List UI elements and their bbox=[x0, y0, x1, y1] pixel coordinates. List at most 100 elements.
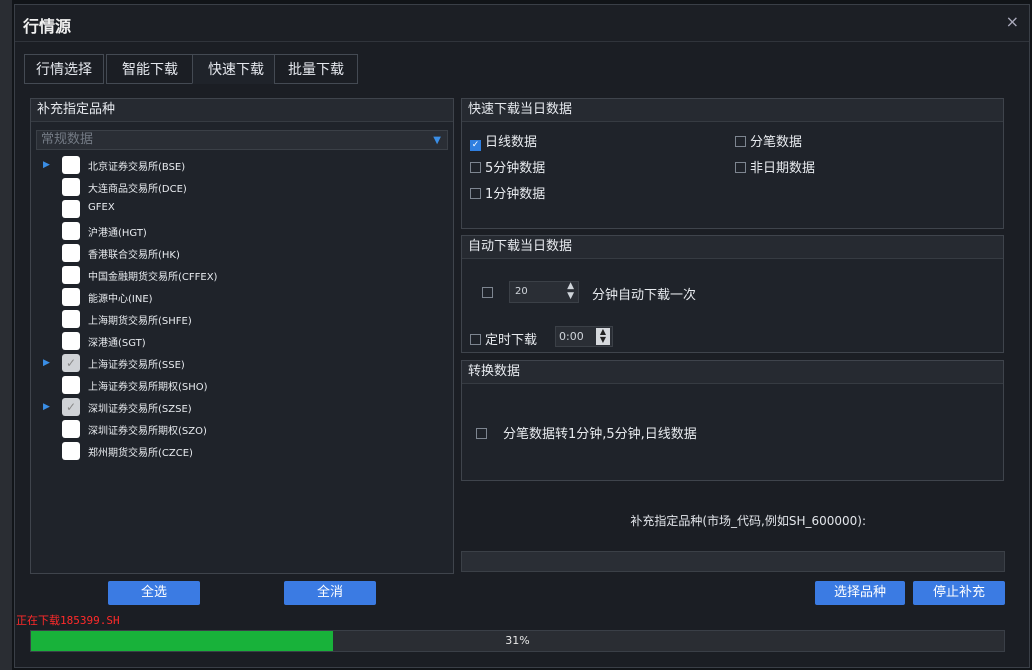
download-status-text: 正在下载185399.SH bbox=[16, 614, 120, 627]
checkbox[interactable] bbox=[62, 442, 80, 460]
supplement-code-input[interactable] bbox=[461, 551, 1005, 572]
checkbox-box bbox=[470, 188, 481, 199]
interval-label: 分钟自动下载一次 bbox=[592, 288, 697, 303]
5min-data-checkbox[interactable]: 5分钟数据 bbox=[470, 157, 545, 176]
checkbox-box bbox=[482, 287, 493, 298]
spin-arrows-icon: ▲ ▼ bbox=[567, 281, 574, 301]
checkbox[interactable] bbox=[62, 222, 80, 240]
expand-arrow-icon[interactable]: ▶ bbox=[43, 358, 50, 368]
5min-data-label: 5分钟数据 bbox=[485, 161, 546, 176]
convert-option-label: 分笔数据转1分钟,5分钟,日线数据 bbox=[503, 427, 697, 442]
spin-arrows-icon: ▲ ▼ bbox=[596, 328, 610, 345]
title-bar: 行情源 × bbox=[15, 5, 1029, 42]
exchange-label: 上海证券交易所期权(SHO) bbox=[88, 382, 208, 393]
checkbox[interactable] bbox=[62, 266, 80, 284]
quick-panel-title: 快速下载当日数据 bbox=[462, 99, 1003, 122]
expand-arrow-icon[interactable]: ▶ bbox=[43, 160, 50, 170]
exchange-tree-item[interactable]: 大连商品交易所(DCE) bbox=[36, 177, 446, 199]
supplement-variety-panel: 补充指定品种 常规数据 ▼ ▶ 北京证券交易所(BSE) 大连商品交易所(DCE) G… bbox=[30, 98, 454, 574]
checkbox[interactable] bbox=[62, 178, 80, 196]
checked-checkbox[interactable]: ✓ bbox=[62, 354, 80, 372]
exchange-tree-item[interactable]: 中国金融期货交易所(CFFEX) bbox=[36, 265, 446, 287]
exchange-tree-item[interactable]: 香港联合交易所(HK) bbox=[36, 243, 446, 265]
tick-data-checkbox[interactable]: 分笔数据 bbox=[735, 131, 802, 150]
interval-spinbox[interactable]: 20 ▲ ▼ bbox=[509, 281, 579, 303]
exchange-label: 大连商品交易所(DCE) bbox=[88, 184, 187, 195]
nondate-data-checkbox[interactable]: 非日期数据 bbox=[735, 157, 815, 176]
checkbox[interactable] bbox=[62, 288, 80, 306]
exchange-tree-item[interactable]: 深圳证券交易所期权(SZO) bbox=[36, 419, 446, 441]
tick-data-label: 分笔数据 bbox=[750, 135, 803, 150]
daily-data-checkbox[interactable]: ✓ 日线数据 bbox=[470, 131, 537, 151]
exchange-label: 上海期货交易所(SHFE) bbox=[88, 316, 192, 327]
exchange-label: 深圳证券交易所期权(SZO) bbox=[88, 426, 207, 437]
checkbox[interactable] bbox=[62, 376, 80, 394]
tab-market-select[interactable]: 行情选择 bbox=[24, 54, 104, 84]
checkbox[interactable] bbox=[62, 244, 80, 262]
exchange-tree-item[interactable]: GFEX bbox=[36, 199, 446, 221]
auto-download-checkbox[interactable] bbox=[482, 286, 497, 301]
checkbox-box bbox=[476, 428, 487, 439]
exchange-tree-item[interactable]: 能源中心(INE) bbox=[36, 287, 446, 309]
exchange-label: 上海证券交易所(SSE) bbox=[88, 360, 185, 371]
convert-panel-title: 转换数据 bbox=[462, 361, 1003, 384]
interval-value: 20 bbox=[515, 286, 528, 297]
checkbox-box bbox=[735, 162, 746, 173]
convert-data-panel: 转换数据 分笔数据转1分钟,5分钟,日线数据 bbox=[461, 360, 1004, 481]
tab-quick-download[interactable]: 快速下载 bbox=[192, 54, 280, 84]
timer-download-checkbox[interactable]: 定时下载 bbox=[470, 329, 537, 348]
expand-arrow-icon[interactable]: ▶ bbox=[43, 402, 50, 412]
exchange-label: 深港通(SGT) bbox=[88, 338, 146, 349]
checkbox[interactable] bbox=[62, 420, 80, 438]
timer-value: 0:00 bbox=[559, 330, 584, 343]
exchange-tree-item[interactable]: ▶ ✓ 上海证券交易所(SSE) bbox=[36, 353, 446, 375]
tab-smart-download[interactable]: 智能下载 bbox=[106, 54, 194, 84]
daily-data-label: 日线数据 bbox=[485, 135, 538, 150]
checkbox-box bbox=[470, 162, 481, 173]
exchange-label: 深圳证券交易所(SZSE) bbox=[88, 404, 192, 415]
checkmark-icon: ✓ bbox=[470, 140, 481, 151]
checked-checkbox[interactable]: ✓ bbox=[62, 398, 80, 416]
exchange-tree-item[interactable]: 上海期货交易所(SHFE) bbox=[36, 309, 446, 331]
1min-data-checkbox[interactable]: 1分钟数据 bbox=[470, 183, 545, 202]
exchange-label: 沪港通(HGT) bbox=[88, 228, 147, 239]
select-all-button[interactable]: 全选 bbox=[108, 581, 200, 605]
supplement-code-hint: 补充指定品种(市场_代码,例如SH_600000): bbox=[630, 514, 866, 528]
chevron-down-icon: ▼ bbox=[433, 135, 441, 146]
stop-supplement-button[interactable]: 停止补充 bbox=[913, 581, 1005, 605]
exchange-label: 郑州期货交易所(CZCE) bbox=[88, 448, 193, 459]
background-window-edge bbox=[0, 0, 12, 670]
exchange-label: 北京证券交易所(BSE) bbox=[88, 162, 186, 173]
exchange-tree-item[interactable]: 上海证券交易所期权(SHO) bbox=[36, 375, 446, 397]
data-type-dropdown[interactable]: 常规数据 ▼ bbox=[36, 130, 448, 150]
tab-batch-download[interactable]: 批量下载 bbox=[274, 54, 358, 84]
deselect-all-button[interactable]: 全消 bbox=[284, 581, 376, 605]
exchange-tree-item[interactable]: 郑州期货交易所(CZCE) bbox=[36, 441, 446, 463]
auto-panel-title: 自动下载当日数据 bbox=[462, 236, 1003, 259]
checkbox[interactable] bbox=[62, 200, 80, 218]
progress-percent-label: 31% bbox=[505, 634, 530, 647]
nondate-data-label: 非日期数据 bbox=[750, 161, 816, 176]
checkbox[interactable] bbox=[62, 332, 80, 350]
checkbox[interactable] bbox=[62, 310, 80, 328]
exchange-tree-item[interactable]: ▶ ✓ 深圳证券交易所(SZSE) bbox=[36, 397, 446, 419]
auto-download-panel: 自动下载当日数据 20 ▲ ▼ 分钟自动下载一次 定时下载 0:00 ▲ ▼ bbox=[461, 235, 1004, 353]
exchange-label: 能源中心(INE) bbox=[88, 294, 153, 305]
timer-time-input[interactable]: 0:00 ▲ ▼ bbox=[555, 326, 613, 347]
timer-download-label: 定时下载 bbox=[485, 333, 538, 348]
select-variety-button[interactable]: 选择品种 bbox=[815, 581, 905, 605]
exchange-label: 香港联合交易所(HK) bbox=[88, 250, 180, 261]
exchange-tree-item[interactable]: ▶ 北京证券交易所(BSE) bbox=[36, 155, 446, 177]
supplement-panel-title: 补充指定品种 bbox=[31, 99, 453, 122]
close-icon[interactable]: × bbox=[1006, 12, 1019, 31]
exchange-label: 中国金融期货交易所(CFFEX) bbox=[88, 272, 218, 283]
checkbox[interactable] bbox=[62, 156, 80, 174]
checkbox-box bbox=[470, 334, 481, 345]
convert-tick-checkbox[interactable]: 分笔数据转1分钟,5分钟,日线数据 bbox=[476, 423, 697, 442]
exchange-tree-item[interactable]: 深港通(SGT) bbox=[36, 331, 446, 353]
1min-data-label: 1分钟数据 bbox=[485, 187, 546, 202]
exchange-tree-item[interactable]: 沪港通(HGT) bbox=[36, 221, 446, 243]
exchange-label: GFEX bbox=[88, 202, 115, 213]
dialog-title: 行情源 bbox=[23, 17, 72, 36]
download-progress-bar: 31% bbox=[30, 630, 1005, 652]
